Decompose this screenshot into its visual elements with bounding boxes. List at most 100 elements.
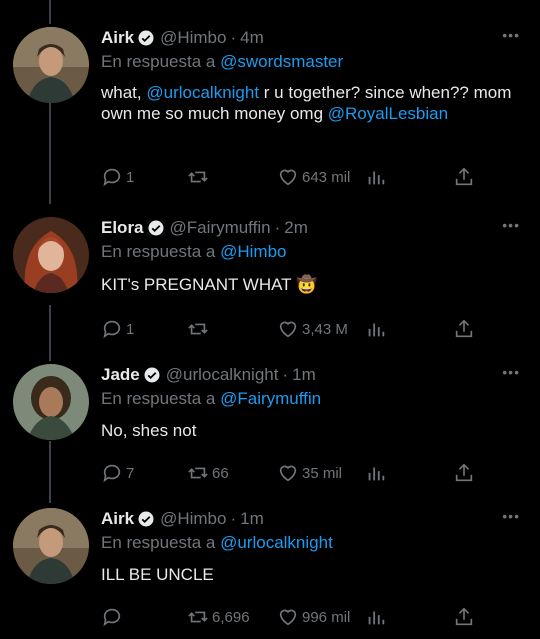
reply-to-link[interactable]: @Fairymuffin (220, 389, 321, 408)
separator-dot: · (230, 28, 237, 47)
reply-context: En respuesta a @urlocalknight (101, 532, 526, 554)
retweet-icon (188, 611, 208, 623)
thread-line (49, 0, 51, 24)
stats-button[interactable] (365, 318, 387, 340)
retweet-button[interactable]: 66 (187, 462, 229, 484)
reply-button[interactable] (101, 606, 126, 628)
handle[interactable]: @Fairymuffin (170, 217, 271, 239)
retweet-icon (188, 467, 208, 479)
reply-prefix: En respuesta a (101, 533, 216, 552)
reply-count: 1 (126, 320, 135, 338)
tweet-text: what, @urlocalknight r u together? since… (101, 82, 526, 124)
tweet-text: ILL BE UNCLE (101, 565, 214, 584)
action-bar: 1 643 mil (101, 165, 488, 189)
reply-prefix: En respuesta a (101, 52, 216, 71)
action-bar: 7 66 35 mil (101, 461, 488, 485)
tweet-text: No, shes not (101, 421, 197, 440)
timestamp[interactable]: 2m (284, 217, 308, 239)
retweet-icon (188, 323, 208, 335)
reply-to-link[interactable]: @urlocalknight (220, 533, 333, 552)
share-icon (455, 319, 473, 338)
like-button[interactable]: 35 mil (277, 462, 342, 484)
more-icon[interactable]: ••• (502, 364, 520, 380)
like-button[interactable]: 3,43 M (277, 318, 348, 340)
display-name[interactable]: Jade (101, 364, 140, 386)
reply-button[interactable]: 7 (101, 462, 134, 484)
separator-dot: · (282, 365, 289, 384)
reply-button[interactable]: 1 (101, 166, 134, 188)
share-icon (455, 607, 473, 626)
reply-context: En respuesta a @Himbo (101, 241, 526, 263)
reply-context: En respuesta a @Fairymuffin (101, 388, 526, 410)
reply-icon (103, 464, 121, 483)
reply-prefix: En respuesta a (101, 242, 216, 261)
reply-to-link[interactable]: @swordsmaster (220, 52, 343, 71)
tweet-header: Airk @Himbo · 1m (101, 508, 526, 530)
reply-to-link[interactable]: @Himbo (220, 242, 286, 261)
reply-count: 1 (126, 168, 135, 186)
mention-link[interactable]: @RoyalLesbian (328, 104, 448, 123)
share-button[interactable] (453, 318, 475, 340)
handle[interactable]: @Himbo (160, 27, 226, 49)
tweet-header: Jade @urlocalknight · 1m (101, 364, 526, 386)
handle[interactable]: @urlocalknight (166, 364, 279, 386)
like-icon (279, 465, 297, 482)
action-bar: 6,696 996 mil (101, 605, 488, 629)
verified-icon (138, 30, 154, 46)
more-icon[interactable]: ••• (502, 27, 520, 43)
separator-dot: · (274, 218, 281, 237)
avatar[interactable] (13, 508, 89, 584)
avatar[interactable] (13, 217, 89, 293)
stats-icon (368, 171, 385, 185)
share-button[interactable] (453, 462, 475, 484)
like-icon (279, 609, 297, 626)
display-name[interactable]: Airk (101, 27, 134, 49)
retweet-count: 66 (212, 464, 229, 482)
stats-button[interactable] (365, 606, 387, 628)
verified-icon (138, 511, 154, 527)
like-count: 35 mil (302, 464, 343, 482)
display-name[interactable]: Elora (101, 217, 144, 239)
retweet-icon (188, 171, 208, 183)
share-button[interactable] (453, 606, 475, 628)
like-count: 643 mil (302, 168, 351, 186)
avatar[interactable] (13, 364, 89, 440)
retweet-button[interactable] (187, 166, 212, 188)
stats-button[interactable] (365, 462, 387, 484)
avatar[interactable] (13, 27, 89, 103)
timestamp[interactable]: 4m (240, 27, 264, 49)
more-icon[interactable]: ••• (502, 508, 520, 524)
timestamp[interactable]: 1m (292, 364, 316, 386)
more-icon[interactable]: ••• (502, 217, 520, 233)
thread-line (49, 441, 51, 503)
like-button[interactable]: 643 mil (277, 166, 350, 188)
reply-context: En respuesta a @swordsmaster (101, 51, 526, 73)
reply-count: 7 (126, 464, 135, 482)
reply-icon (103, 608, 121, 627)
tweet-header: Elora @Fairymuffin · 2m (101, 217, 526, 239)
like-count: 996 mil (302, 608, 351, 626)
display-name[interactable]: Airk (101, 508, 134, 530)
like-count: 3,43 M (302, 320, 348, 338)
retweet-button[interactable]: 6,696 (187, 606, 250, 628)
reply-button[interactable]: 1 (101, 318, 134, 340)
timestamp[interactable]: 1m (240, 508, 264, 530)
tweet-text: KIT's PREGNANT WHAT 🤠 (101, 275, 318, 294)
retweet-button[interactable] (187, 318, 212, 340)
stats-icon (368, 467, 385, 481)
mention-link[interactable]: @urlocalknight (146, 83, 259, 102)
reply-icon (103, 168, 121, 187)
tweet-header: Airk @Himbo · 4m (101, 27, 526, 49)
text-part: what, (101, 83, 147, 102)
handle[interactable]: @Himbo (160, 508, 226, 530)
stats-button[interactable] (365, 166, 387, 188)
like-button[interactable]: 996 mil (277, 606, 350, 628)
share-button[interactable] (453, 166, 475, 188)
thread-line (49, 305, 51, 361)
verified-icon (148, 220, 164, 236)
thread-line (49, 102, 51, 204)
action-bar: 1 3,43 M (101, 317, 488, 341)
share-icon (455, 463, 473, 482)
retweet-count: 6,696 (212, 608, 250, 626)
stats-icon (368, 323, 385, 337)
